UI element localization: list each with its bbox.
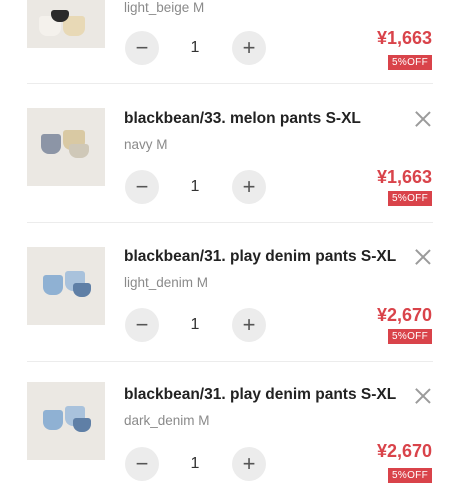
product-thumbnail[interactable] [27,108,105,186]
product-variant: light_denim M [124,275,209,290]
discount-badge: 5%OFF [388,468,432,483]
decrease-quantity-button[interactable]: − [125,308,159,342]
quantity-value: 1 [190,316,200,333]
minus-icon: − [135,174,149,199]
increase-quantity-button[interactable]: + [232,308,266,342]
discount-badge: 5%OFF [388,55,432,70]
close-icon[interactable] [412,108,434,130]
item-price: ¥1,663 [376,167,432,187]
product-title[interactable]: blackbean/31. play denim pants S-XL [124,386,396,404]
item-divider [27,83,433,84]
item-price: ¥1,663 [376,28,432,48]
close-icon[interactable] [412,385,434,407]
cart-item: light_beige M − 1 + ¥1,663 5%OFF [0,0,460,84]
cart-item: blackbean/33. melon pants S-XL navy M − … [0,83,460,222]
close-icon[interactable] [412,246,434,268]
discount-badge: 5%OFF [388,191,432,206]
plus-icon: + [242,174,256,199]
item-divider [27,361,433,362]
increase-quantity-button[interactable]: + [232,170,266,204]
item-price: ¥2,670 [376,305,432,325]
product-variant: navy M [124,137,168,152]
increase-quantity-button[interactable]: + [232,31,266,65]
plus-icon: + [242,312,256,337]
increase-quantity-button[interactable]: + [232,447,266,481]
product-title[interactable]: blackbean/33. melon pants S-XL [124,110,361,128]
decrease-quantity-button[interactable]: − [125,447,159,481]
product-variant: dark_denim M [124,413,210,428]
discount-badge: 5%OFF [388,329,432,344]
product-thumbnail[interactable] [27,0,105,48]
product-variant: light_beige M [124,0,205,15]
plus-icon: + [242,451,256,476]
decrease-quantity-button[interactable]: − [125,31,159,65]
product-thumbnail[interactable] [27,247,105,325]
quantity-value: 1 [190,178,200,195]
minus-icon: − [135,312,149,337]
cart-item: blackbean/31. play denim pants S-XL dark… [0,361,460,500]
plus-icon: + [242,35,256,60]
product-title[interactable]: blackbean/31. play denim pants S-XL [124,248,396,266]
product-thumbnail[interactable] [27,382,105,460]
cart-item: blackbean/31. play denim pants S-XL ligh… [0,222,460,361]
decrease-quantity-button[interactable]: − [125,170,159,204]
quantity-value: 1 [190,455,200,472]
item-price: ¥2,670 [376,441,432,461]
quantity-value: 1 [190,39,200,56]
minus-icon: − [135,35,149,60]
minus-icon: − [135,451,149,476]
item-divider [27,222,433,223]
